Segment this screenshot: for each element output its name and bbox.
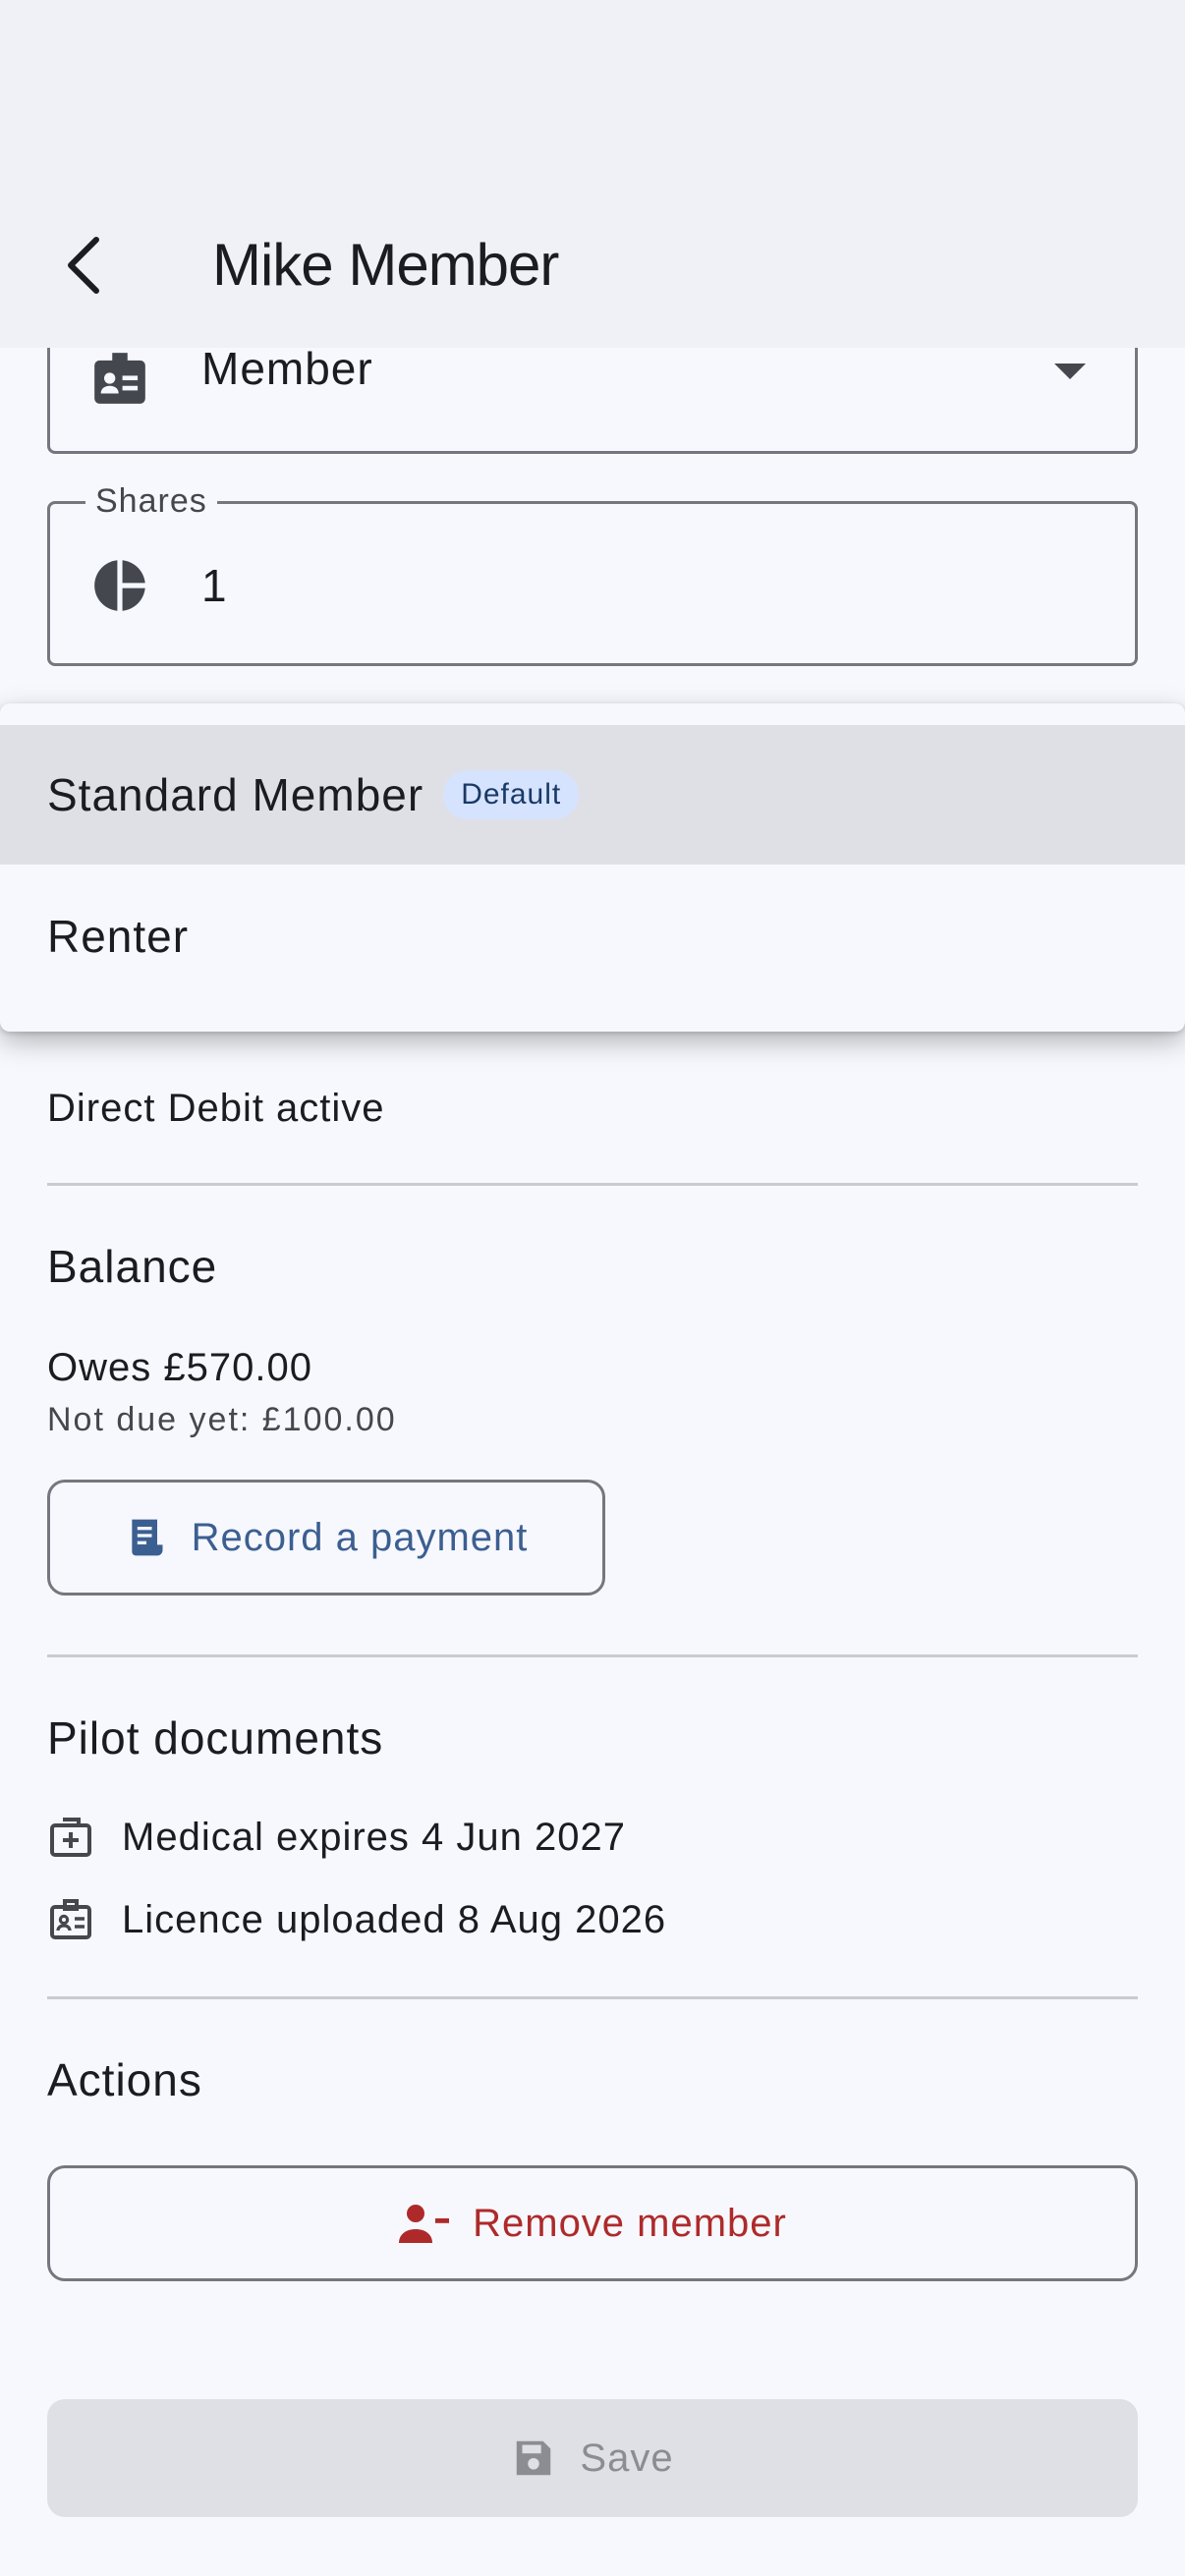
save-button[interactable]: Save [47, 2399, 1138, 2517]
menu-item-renter[interactable]: Renter [0, 867, 1185, 1006]
licence-row: Licence uploaded 8 Aug 2026 [47, 1896, 666, 1943]
default-badge: Default [443, 770, 580, 819]
divider [47, 1654, 1138, 1657]
back-button[interactable] [43, 218, 122, 312]
remove-member-label: Remove member [473, 2201, 787, 2245]
save-label: Save [580, 2436, 674, 2480]
balance-title: Balance [47, 1241, 218, 1292]
direct-debit-status: Direct Debit active [47, 1087, 385, 1130]
shares-value: 1 [201, 560, 228, 611]
dropdown-arrow-icon [1054, 364, 1086, 379]
menu-item-label: Renter [47, 911, 190, 962]
licence-upload-text: Licence uploaded 8 Aug 2026 [122, 1897, 667, 1941]
medical-kit-icon [50, 1818, 91, 1857]
save-icon [517, 2440, 551, 2476]
role-value: Member [201, 343, 373, 394]
badge-icon [87, 346, 152, 411]
top-app-bar: Mike Member [0, 0, 1185, 348]
divider [47, 1183, 1138, 1186]
medical-row: Medical expires 4 Jun 2027 [47, 1814, 626, 1861]
shares-label: Shares [85, 482, 217, 521]
pilot-documents-title: Pilot documents [47, 1712, 384, 1764]
back-arrow-icon [68, 237, 99, 294]
role-dropdown-menu: Standard Member Default Renter [0, 703, 1185, 1032]
menu-item-label: Standard Member [47, 769, 424, 820]
menu-item-standard-member[interactable]: Standard Member Default [0, 725, 1185, 865]
shares-field[interactable]: Shares 1 [47, 482, 1138, 666]
divider [47, 1996, 1138, 1999]
member-detail-screen: Mike Member Member Shares 1 Standard Mem… [0, 0, 1185, 2576]
balance-not-due: Not due yet: £100.00 [47, 1401, 397, 1438]
medical-expiry-text: Medical expires 4 Jun 2027 [122, 1815, 626, 1859]
person-remove-icon [399, 2205, 450, 2243]
page-title: Mike Member [212, 232, 559, 298]
id-badge-icon [50, 1899, 91, 1939]
record-payment-button[interactable]: Record a payment [47, 1480, 605, 1596]
actions-title: Actions [47, 2054, 202, 2105]
record-payment-label: Record a payment [191, 1515, 529, 1559]
remove-member-button[interactable]: Remove member [47, 2165, 1138, 2281]
balance-owes: Owes £570.00 [47, 1346, 312, 1389]
pie-chart-icon [87, 553, 152, 618]
receipt-icon [131, 1519, 163, 1556]
